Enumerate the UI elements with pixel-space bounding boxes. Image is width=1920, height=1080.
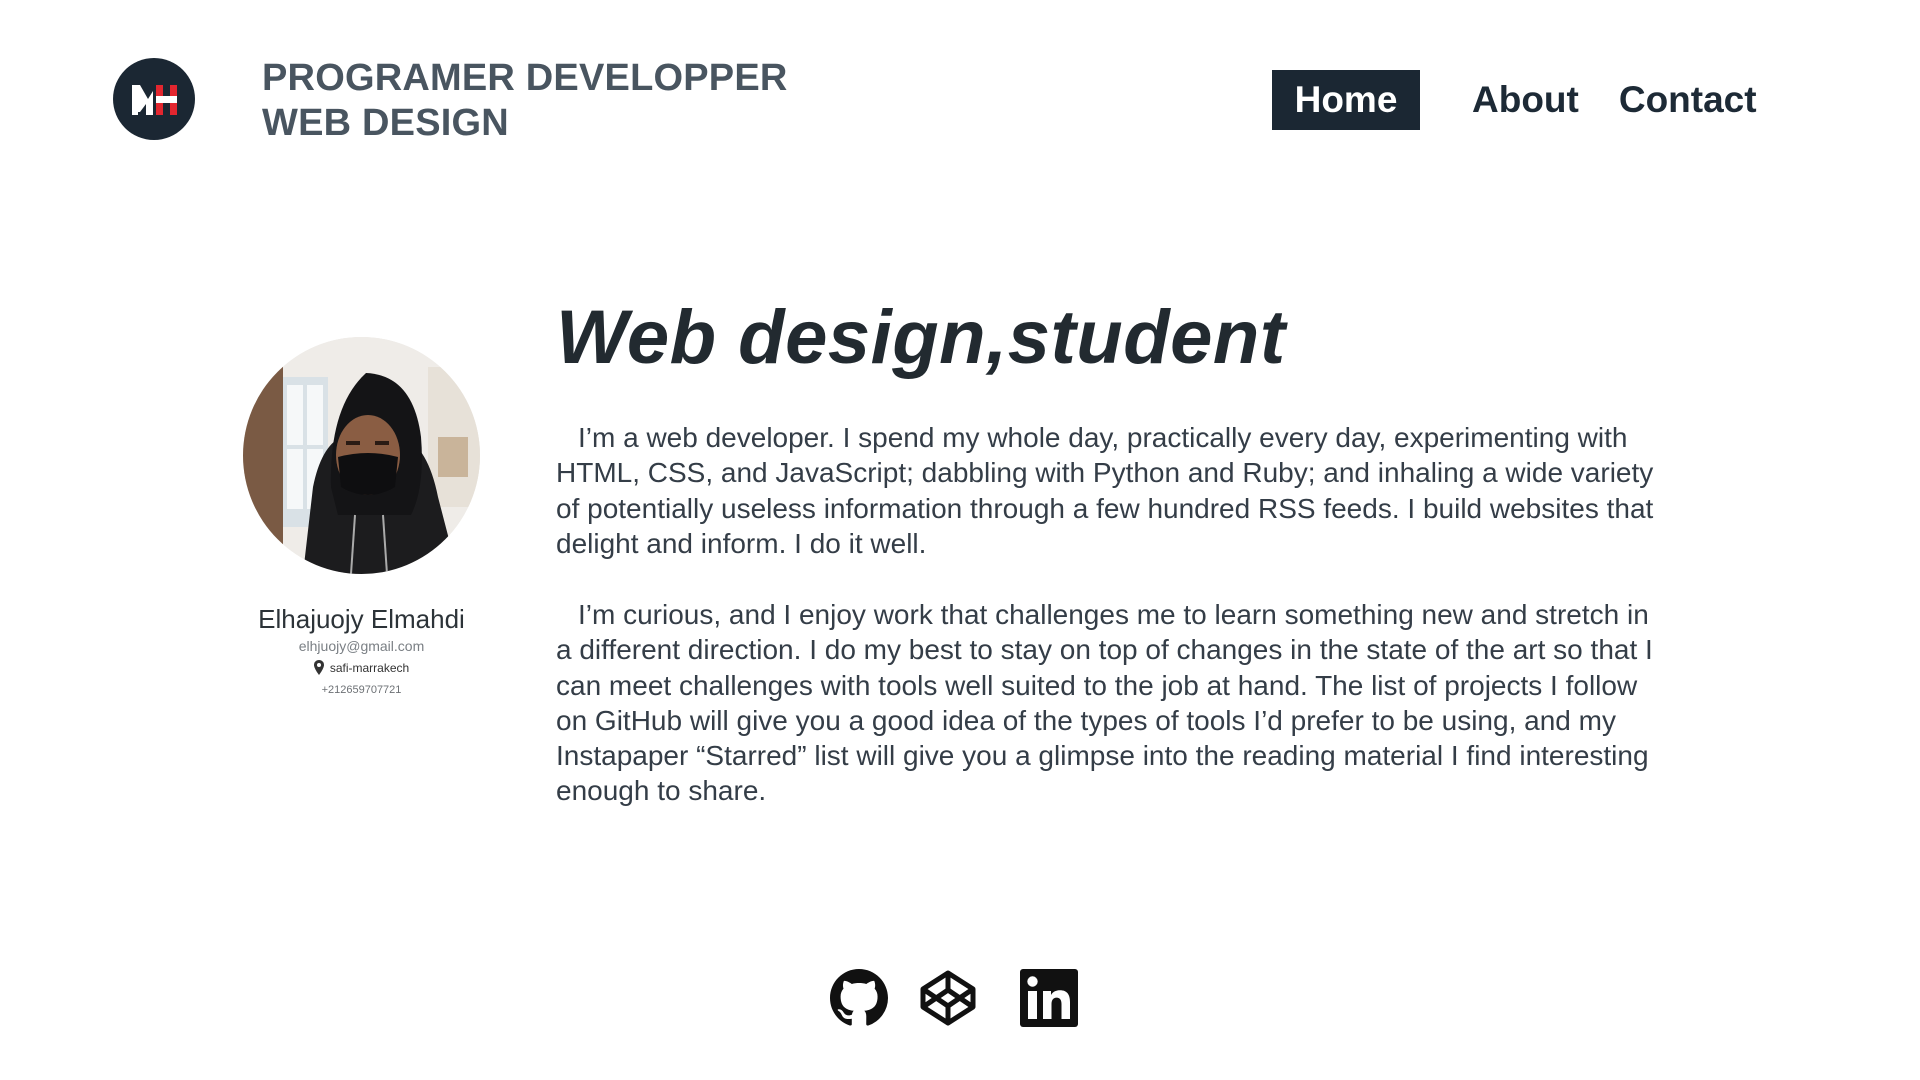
- hooded-person-photo: [243, 337, 480, 574]
- page-headline: Web design,student: [556, 295, 1286, 380]
- map-pin-icon: [313, 660, 324, 675]
- bio-paragraph-2: I’m curious, and I enjoy work that chall…: [556, 599, 1653, 807]
- social-links: [830, 968, 1078, 1033]
- profile-location: safi-marrakech: [200, 660, 523, 675]
- main-nav: Home About Contact: [1272, 70, 1757, 130]
- profile-photo: [243, 337, 480, 574]
- brand-line-1: PROGRAMER DEVELOPPER: [262, 57, 788, 99]
- brand-title: PROGRAMER DEVELOPPER WEB DESIGN: [262, 56, 788, 146]
- nav-about-link[interactable]: About: [1472, 79, 1579, 121]
- linkedin-icon: [1020, 969, 1078, 1027]
- github-link[interactable]: [830, 969, 888, 1032]
- nav-contact-link[interactable]: Contact: [1619, 79, 1757, 121]
- profile-name: Elhajuojy Elmahdi: [258, 604, 465, 634]
- mh-logo-icon: [132, 85, 177, 115]
- profile-phone[interactable]: +212659707721: [200, 684, 523, 696]
- profile-location-text: safi-marrakech: [329, 660, 410, 675]
- linkedin-link[interactable]: [1020, 969, 1078, 1032]
- nav-home-link[interactable]: Home: [1272, 70, 1420, 130]
- codepen-link[interactable]: [918, 968, 978, 1033]
- brand-line-2: WEB DESIGN: [262, 102, 509, 144]
- profile-email[interactable]: elhjuojy@gmail.com: [200, 638, 523, 654]
- codepen-icon: [920, 970, 976, 1026]
- logo[interactable]: [113, 58, 195, 140]
- github-icon: [830, 969, 888, 1026]
- bio-paragraph-1: I’m a web developer. I spend my whole da…: [556, 422, 1654, 559]
